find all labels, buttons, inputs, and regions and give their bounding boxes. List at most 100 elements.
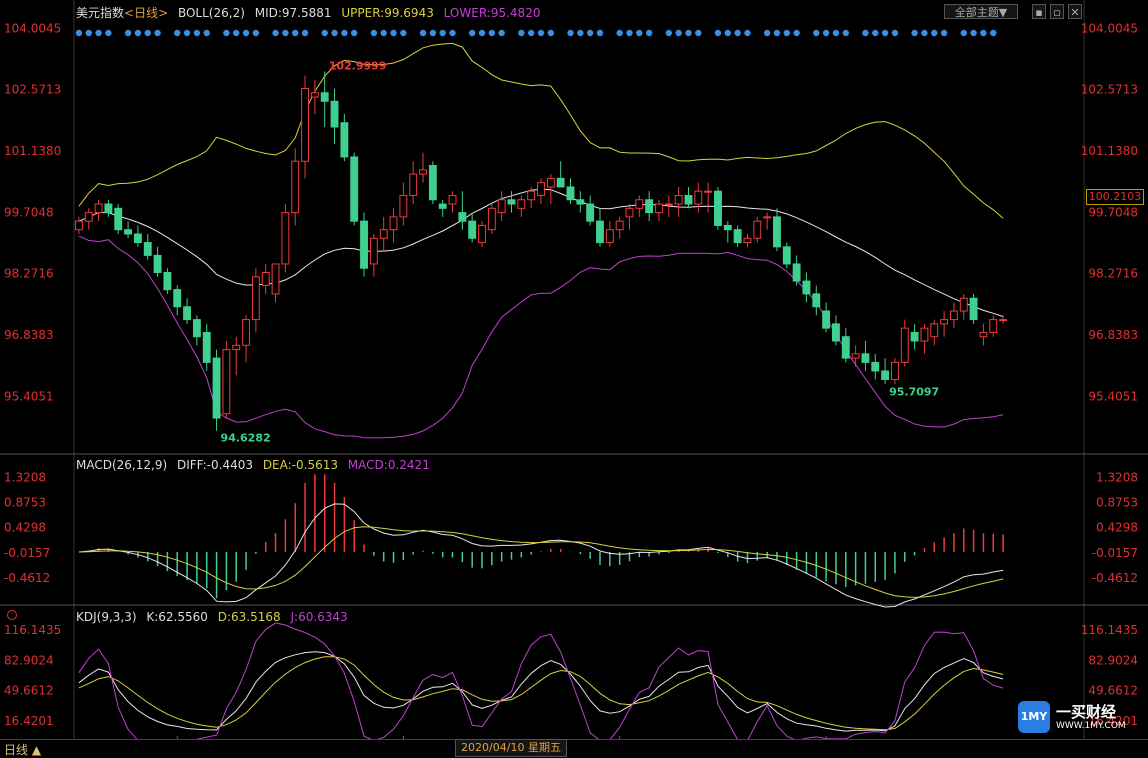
price-tick-label: 104.0045 (4, 21, 61, 35)
candle-body (792, 263, 801, 282)
candle-body (487, 207, 496, 231)
period-label[interactable]: <日线> (124, 6, 168, 20)
candle-body (310, 92, 319, 98)
candle-body (989, 319, 998, 333)
candle-body (202, 331, 211, 363)
signal-dot (714, 29, 722, 37)
candle-body (84, 212, 93, 222)
close-button[interactable]: ✕ (1068, 4, 1082, 19)
signal-dot (321, 29, 328, 37)
candle-body (183, 306, 192, 321)
boll-mid: MID:97.5881 (254, 6, 332, 20)
signal-dot (301, 29, 309, 37)
signal-dot (940, 29, 948, 37)
signal-dot (685, 29, 692, 37)
candle-body (114, 207, 123, 231)
candle-body (163, 272, 172, 291)
signal-dot (95, 29, 102, 37)
macd-tick-label: 0.8753 (4, 495, 46, 509)
candle-body (861, 353, 870, 363)
macd-dea-line (78, 526, 1004, 598)
candle-body (605, 229, 614, 244)
signal-dot (537, 29, 545, 37)
signal-dot (783, 29, 790, 37)
signal-dot (960, 29, 967, 37)
kdj-d-line (78, 656, 1004, 731)
signal-dot (990, 29, 997, 37)
candle-body (222, 349, 231, 415)
kdj-k: K:62.5560 (146, 610, 208, 624)
signal-dot (419, 29, 427, 37)
price-tick-label: 98.2716 (1088, 267, 1138, 281)
candle-body (320, 92, 329, 102)
kdj-tick-label: 82.9024 (1088, 653, 1138, 667)
signal-dot (872, 29, 879, 37)
candle-body (773, 216, 781, 248)
candle-body (576, 199, 585, 205)
period-switch[interactable]: 日线 ▲ (4, 741, 41, 758)
candle-body (763, 216, 772, 219)
signal-dot (645, 29, 653, 37)
candle-body (399, 194, 408, 218)
kdj-panel-header: KDJ(9,3,3) K:62.5560 D:63.5168 J:60.6343 (76, 610, 354, 624)
candle-body (242, 319, 250, 346)
candle-body (458, 212, 467, 222)
signal-dot (193, 29, 201, 37)
minimize-button[interactable]: ▪ (1032, 4, 1046, 19)
candle-body (537, 182, 545, 196)
candle-body (497, 199, 506, 214)
candle-body (615, 220, 624, 231)
signal-dot (586, 29, 594, 37)
candle-body (271, 263, 280, 295)
boll-mid-line (78, 188, 1004, 317)
price-tick-label: 101.1380 (1081, 144, 1138, 158)
signal-dot (911, 29, 918, 37)
candle-body (232, 344, 241, 351)
candle-body (350, 156, 359, 222)
candle-body (782, 246, 791, 265)
candle-body (684, 194, 693, 205)
price-annotation: 95.7097 (889, 385, 939, 398)
candle-body (192, 319, 201, 338)
candle-body (625, 207, 634, 218)
signal-dot (675, 29, 682, 37)
signal-dot (734, 29, 741, 37)
price-annotation: 94.6282 (221, 432, 271, 445)
signal-dot (390, 29, 397, 37)
candle-body (74, 220, 83, 231)
signal-dot (931, 29, 938, 37)
price-tick-label: 102.5713 (1081, 83, 1138, 97)
candle-body (871, 361, 880, 372)
price-tick-label: 95.4051 (1088, 389, 1138, 403)
theme-dropdown[interactable]: 全部主题▼ (944, 4, 1018, 19)
chart-canvas[interactable]: 104.0045 104.0045 102.5713 102.5713 101.1380… (0, 0, 1148, 757)
signal-dot (272, 29, 279, 37)
signal-dot (75, 29, 83, 37)
candle-body (999, 319, 1008, 322)
candle-body (664, 203, 673, 206)
signal-dot (370, 29, 378, 37)
restore-button[interactable]: ▫ (1050, 4, 1064, 19)
kdj-k-line (78, 651, 1004, 732)
macd-diff: DIFF:-0.4403 (176, 458, 253, 472)
current-price-tag: 100.2103 (1086, 189, 1144, 205)
signal-dot (527, 29, 535, 37)
signal-dot (724, 29, 731, 37)
price-tick-label: 104.0045 (1081, 21, 1138, 35)
candle-body (969, 297, 978, 321)
candle-body (714, 190, 722, 226)
candle-body (527, 190, 536, 201)
signal-dot (773, 29, 781, 37)
boll-upper: UPPER:99.6943 (341, 6, 434, 20)
settings-dot-icon[interactable] (7, 610, 17, 620)
candle-body (153, 254, 162, 274)
candle-body (330, 100, 339, 128)
candle-body (389, 216, 398, 231)
signal-dot (577, 29, 584, 37)
price-annotation: 102.9999 (329, 59, 387, 72)
signal-dot (85, 29, 92, 37)
candle-body (635, 199, 644, 209)
signal-dot (744, 29, 751, 37)
signal-dot (478, 29, 486, 37)
price-tick-label: 95.4051 (4, 389, 54, 403)
